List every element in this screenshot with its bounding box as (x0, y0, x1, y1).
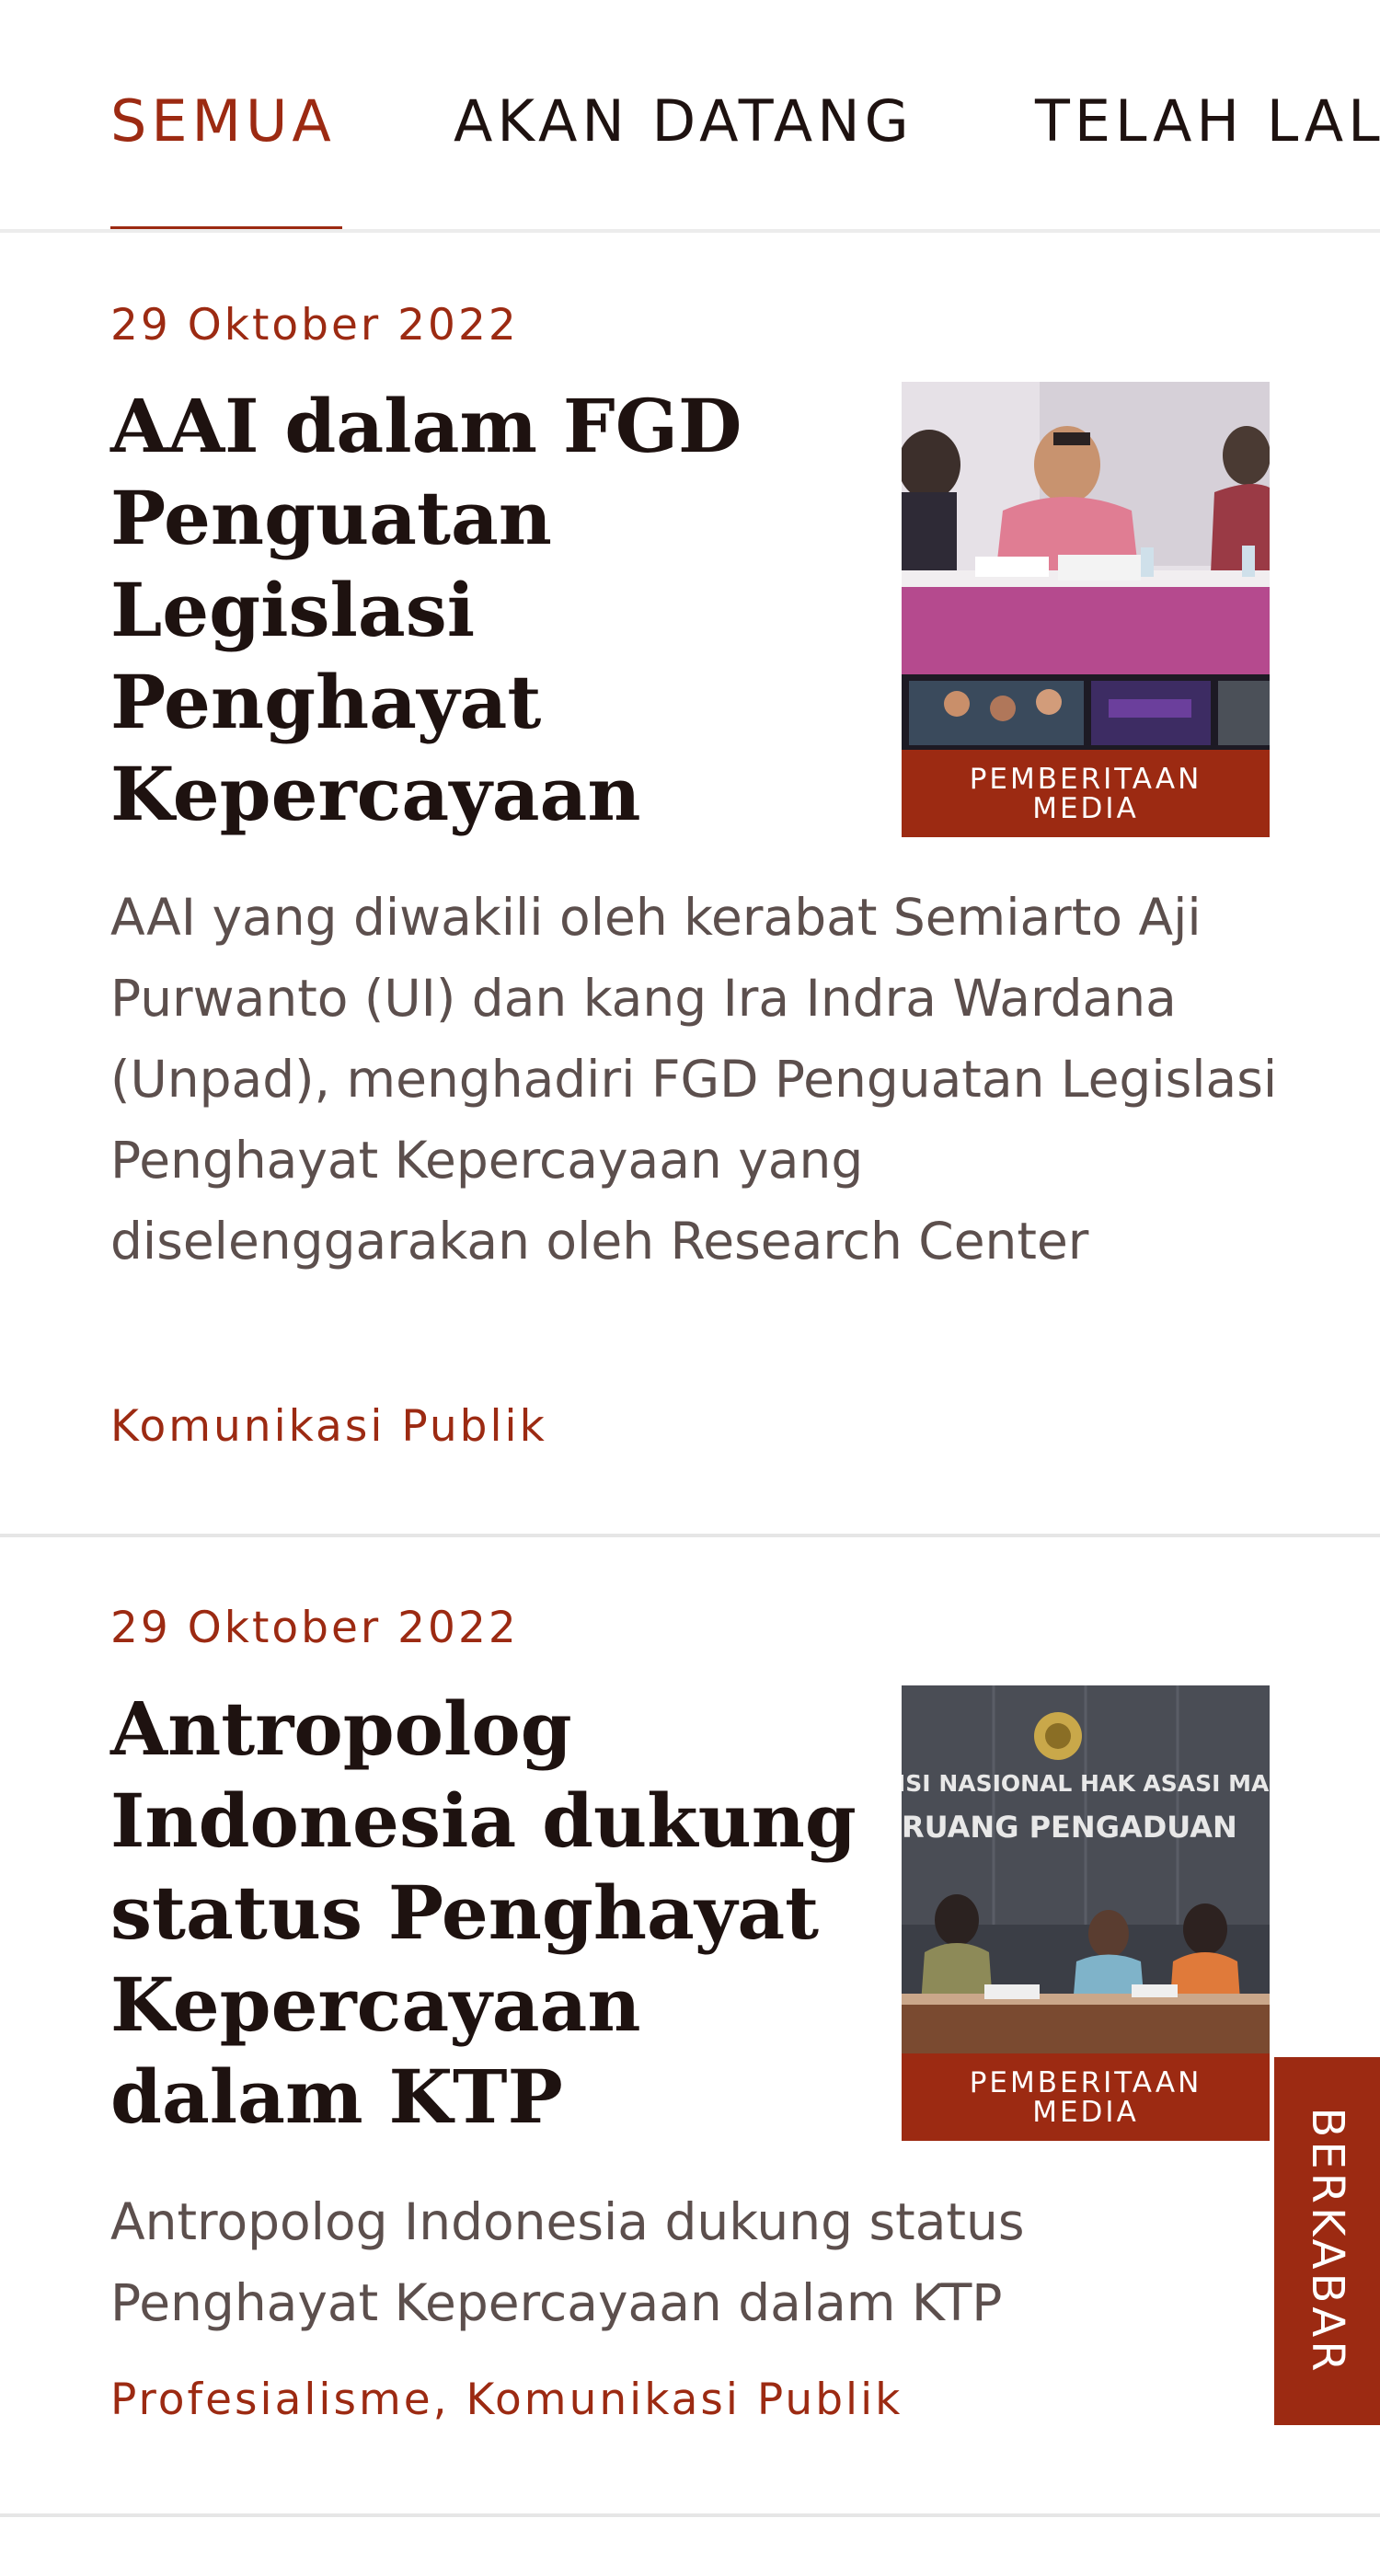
article-title[interactable]: AAI dalam FGD Penguatan Legislasi Pengha… (110, 380, 846, 840)
press-conference-photo: ISI NASIONAL HAK ASASI MANUS RUANG PENGA… (902, 1685, 1270, 2053)
category-badge: PEMBERITAAN MEDIA (902, 2053, 1270, 2141)
tab-telah-lalu[interactable]: TELAH LALU (1035, 88, 1380, 155)
article-thumbnail[interactable]: ISI NASIONAL HAK ASASI MANUS RUANG PENGA… (902, 1685, 1270, 2141)
active-tab-indicator (110, 226, 342, 229)
filter-tabs: SEMUA AKAN DATANG TELAH LALU (0, 0, 1380, 233)
article-date: 29 Oktober 2022 (110, 1603, 519, 1653)
article-excerpt: AAI yang diwakili oleh kerabat Semiarto … (110, 888, 1278, 1271)
side-tab-label: BERKABAR (1301, 2107, 1353, 2375)
article-title[interactable]: Antropolog Indonesia dukung status Pengh… (110, 1683, 892, 2143)
article-categories[interactable]: Profesialisme, Komunikasi Publik (110, 2375, 903, 2426)
berkabar-side-tab[interactable]: BERKABAR (1274, 2057, 1380, 2425)
panel-discussion-photo (902, 382, 1270, 750)
tab-akan-datang[interactable]: AKAN DATANG (454, 88, 914, 155)
article-card: 29 Oktober 2022 AAI dalam FGD Penguatan … (0, 233, 1380, 1537)
article-thumbnail[interactable]: PEMBERITAAN MEDIA (902, 382, 1270, 837)
article-excerpt: Antropolog Indonesia dukung status Pengh… (110, 2192, 1025, 2332)
article-date: 29 Oktober 2022 (110, 300, 519, 351)
photo-sign-line2: RUANG PENGADUAN (902, 1810, 1237, 1845)
article-card: 29 Oktober 2022 Antropolog Indonesia duk… (0, 1537, 1380, 2517)
photo-sign-line1: ISI NASIONAL HAK ASASI MANUS (902, 1770, 1270, 1797)
tab-semua[interactable]: SEMUA (110, 88, 336, 155)
category-badge: PEMBERITAAN MEDIA (902, 750, 1270, 837)
article-categories[interactable]: Komunikasi Publik (110, 1401, 547, 1453)
